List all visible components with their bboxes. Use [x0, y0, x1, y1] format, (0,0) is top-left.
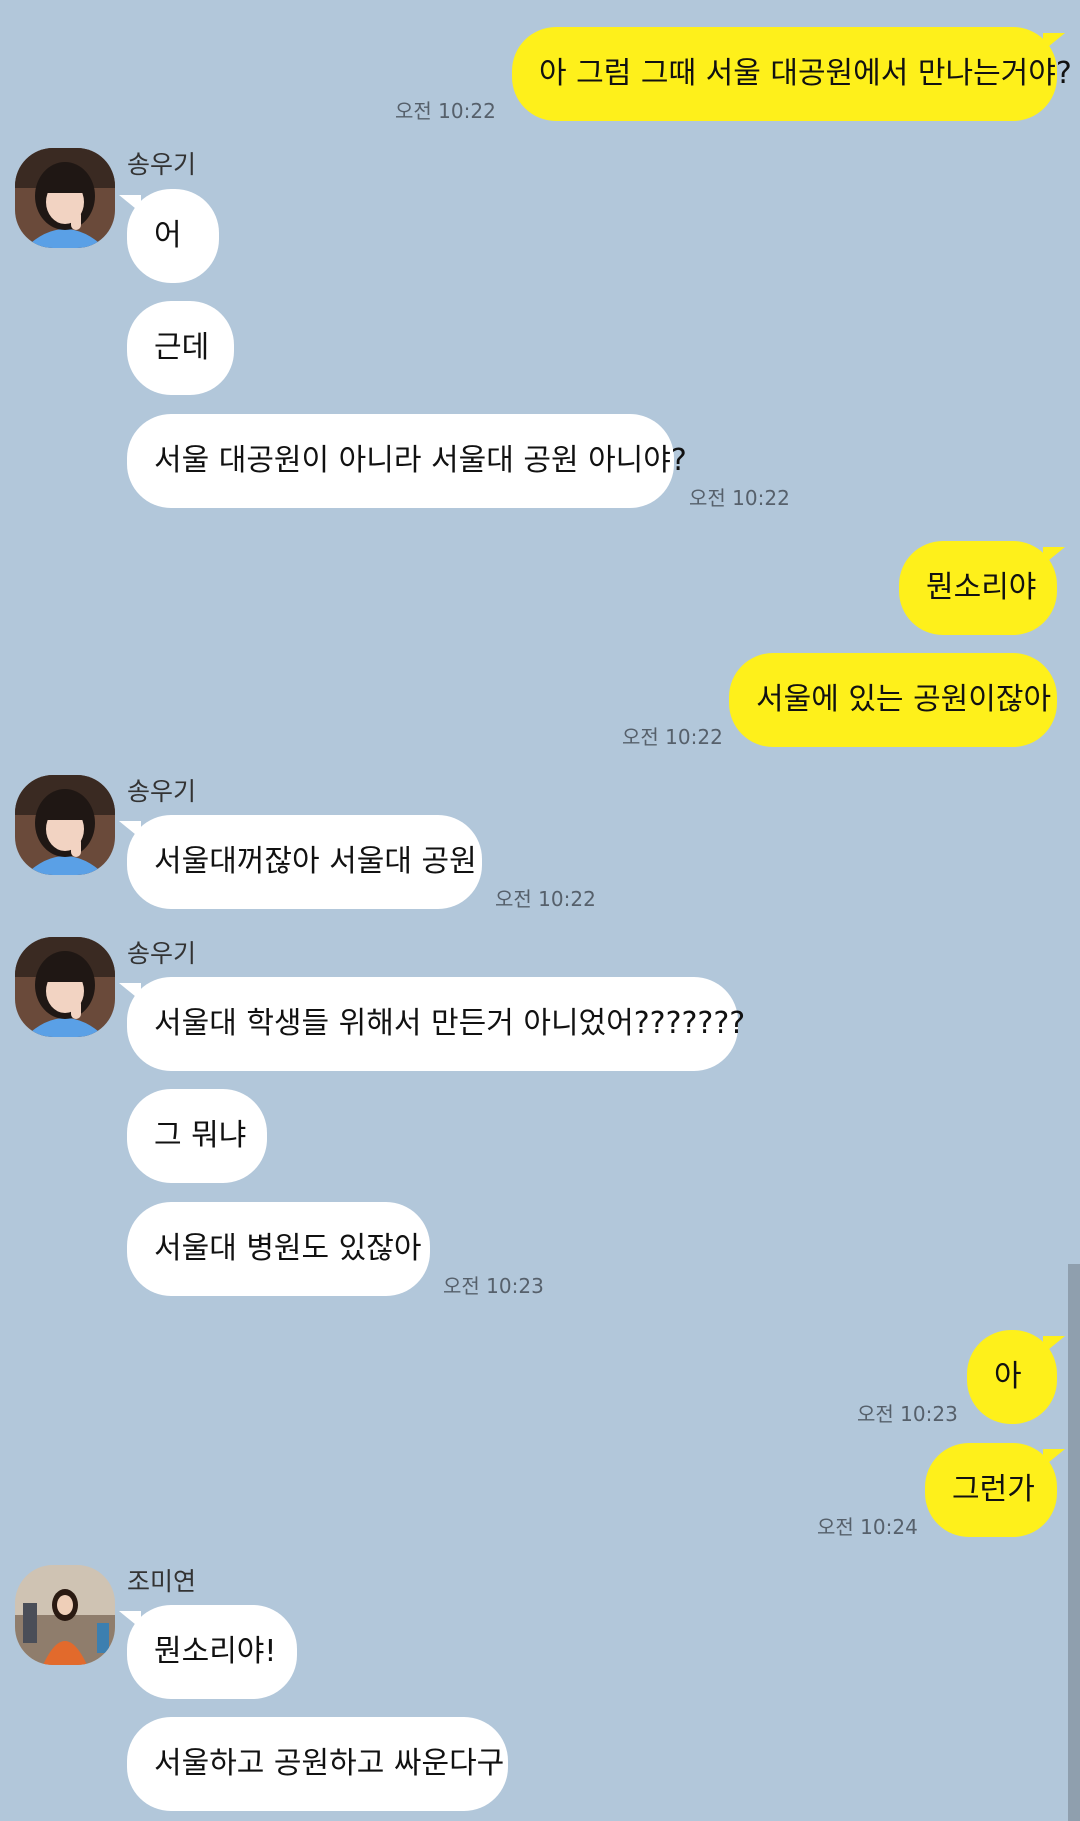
incoming-message-bubble[interactable]: 서울대꺼잖아 서울대 공원: [127, 815, 482, 909]
incoming-message-bubble[interactable]: 서울하고 공원하고 싸운다구: [127, 1717, 508, 1811]
message-timestamp: 오전 10:24: [817, 1515, 918, 1539]
incoming-message-bubble[interactable]: 근데: [127, 301, 234, 395]
outgoing-message-bubble[interactable]: 아 그럼 그때 서울 대공원에서 만나는거야?: [512, 27, 1072, 121]
message-text: 서울대꺼잖아 서울대 공원: [154, 844, 477, 879]
message-text: 서울에 있는 공원이잖아: [756, 682, 1052, 717]
sender-name: 송우기: [127, 777, 197, 806]
message-timestamp: 오전 10:22: [395, 99, 496, 123]
bubble-tail: [119, 821, 141, 839]
message-timestamp: 오전 10:22: [622, 725, 723, 749]
incoming-message-bubble[interactable]: 서울대 학생들 위해서 만든거 아니었어???????: [127, 977, 745, 1071]
avatar[interactable]: [15, 775, 115, 875]
outgoing-message-bubble[interactable]: 그런가: [925, 1443, 1057, 1537]
message-text: 서울하고 공원하고 싸운다구: [154, 1746, 505, 1781]
chat-area[interactable]: 아 그럼 그때 서울 대공원에서 만나는거야? 오전 10:22 송우기 어 근데 서울 …: [0, 0, 1080, 1821]
outgoing-message-bubble[interactable]: 뭔소리야: [899, 541, 1057, 635]
avatar[interactable]: [15, 148, 115, 248]
sender-name: 조미연: [127, 1567, 197, 1596]
incoming-message-bubble[interactable]: 뭔소리야!: [127, 1605, 297, 1699]
message-text: 그런가: [952, 1472, 1035, 1507]
avatar[interactable]: [15, 937, 115, 1037]
message-text: 근데: [154, 330, 210, 365]
sender-name: 송우기: [127, 150, 197, 179]
outgoing-message-bubble[interactable]: 서울에 있는 공원이잖아: [729, 653, 1057, 747]
sender-name: 송우기: [127, 939, 197, 968]
message-text: 서울대 학생들 위해서 만든거 아니었어???????: [154, 1006, 746, 1041]
message-text: 서울 대공원이 아니라 서울대 공원 아니야?: [154, 443, 687, 478]
message-text: 아: [994, 1359, 1022, 1394]
message-timestamp: 오전 10:23: [443, 1274, 544, 1298]
message-timestamp: 오전 10:23: [857, 1402, 958, 1426]
incoming-message-bubble[interactable]: 그 뭐냐: [127, 1089, 267, 1183]
incoming-message-bubble[interactable]: 서울대 병원도 있잖아: [127, 1202, 430, 1296]
message-text: 아 그럼 그때 서울 대공원에서 만나는거야?: [539, 56, 1072, 91]
message-timestamp: 오전 10:22: [495, 887, 596, 911]
bubble-tail: [119, 983, 141, 1001]
message-text: 그 뭐냐: [154, 1118, 247, 1153]
message-text: 어: [154, 218, 182, 253]
scrollbar[interactable]: [1068, 1264, 1080, 1821]
message-timestamp: 오전 10:22: [689, 486, 790, 510]
message-text: 뭔소리야!: [154, 1634, 277, 1669]
avatar[interactable]: [15, 1565, 115, 1665]
message-text: 서울대 병원도 있잖아: [154, 1231, 422, 1266]
incoming-message-bubble[interactable]: 서울 대공원이 아니라 서울대 공원 아니야?: [127, 414, 687, 508]
message-text: 뭔소리야: [926, 570, 1037, 605]
